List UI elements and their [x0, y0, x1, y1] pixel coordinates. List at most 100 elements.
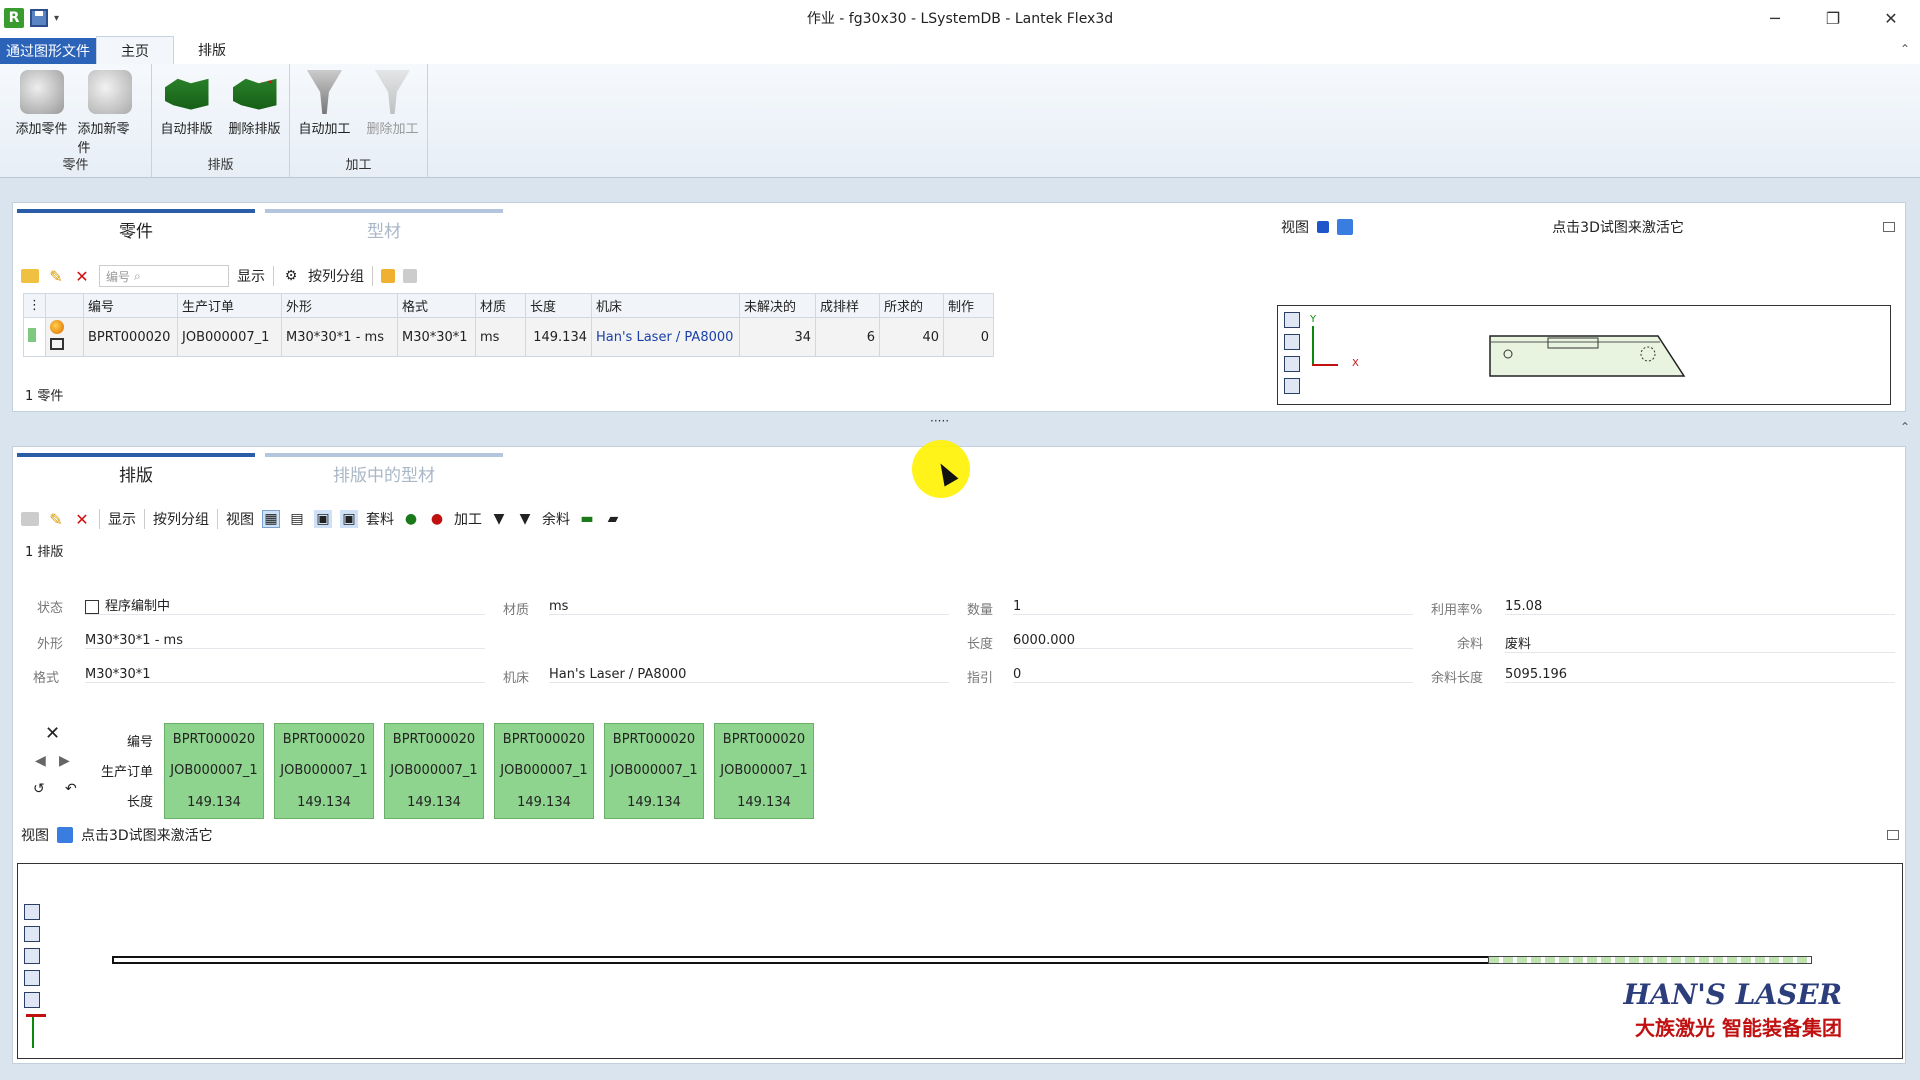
machining-head-icon[interactable]: ▼	[490, 510, 508, 528]
delete-x-icon[interactable]: ✕	[73, 510, 91, 529]
remnant-green-icon[interactable]: ▬	[578, 510, 596, 528]
minimize-button[interactable]: ─	[1746, 0, 1804, 36]
axis-x-label: X	[1352, 358, 1359, 369]
pin-icon[interactable]	[1887, 830, 1899, 840]
save-icon[interactable]	[30, 9, 48, 27]
column-header[interactable]: 未解决的	[739, 293, 816, 318]
grid-view-icon[interactable]: ▦	[262, 510, 280, 528]
auto-nest-button[interactable]: 自动排版	[155, 70, 219, 137]
camera-icon[interactable]: ▰	[604, 510, 622, 528]
machine-view2-icon[interactable]: ▣	[340, 510, 358, 528]
rotate-icon[interactable]: ↺	[33, 781, 45, 797]
nest-red-icon[interactable]: ●	[428, 510, 446, 528]
pin-icon[interactable]	[1883, 222, 1895, 232]
group-by-column-button[interactable]: 按列分组	[308, 266, 364, 286]
column-header[interactable]: 材质	[475, 293, 526, 318]
close-button[interactable]: ✕	[1862, 0, 1920, 36]
undo-icon[interactable]: ↶	[65, 781, 77, 797]
group-settings-icon[interactable]: ⚙	[282, 267, 300, 285]
auto-machining-button[interactable]: 自动加工	[293, 70, 357, 137]
view-3d-icon[interactable]	[57, 827, 73, 843]
zoom-icon[interactable]	[1284, 334, 1300, 350]
zoom-icon[interactable]	[24, 948, 40, 964]
delete-nest-button[interactable]: 删除排版	[223, 70, 287, 137]
unlock-icon[interactable]	[403, 269, 417, 283]
column-header[interactable]: ⋮	[23, 293, 46, 318]
column-header[interactable]: 所求的	[879, 293, 944, 318]
edit-pencil-icon[interactable]: ✎	[47, 267, 65, 286]
nested-part-card[interactable]: BPRT000020 JOB000007_1 149.134	[384, 723, 484, 819]
group-by-column-button[interactable]: 按列分组	[153, 509, 209, 529]
nested-part-card[interactable]: BPRT000020 JOB000007_1 149.134	[494, 723, 594, 819]
tab-nesting[interactable]: 排版	[174, 36, 250, 64]
tab-nest-profiles[interactable]: 排版中的型材	[265, 453, 503, 489]
file-tab[interactable]: 通过图形文件	[0, 38, 96, 64]
column-header[interactable]	[45, 293, 84, 318]
cell-machine[interactable]: Han's Laser / PA8000	[591, 317, 740, 357]
ribbon-collapse-icon[interactable]: ⌃	[1900, 42, 1910, 56]
column-header[interactable]: 长度	[525, 293, 592, 318]
app-logo-icon[interactable]: R	[4, 8, 24, 28]
delete-machining-button[interactable]: 删除加工	[361, 70, 425, 137]
delete-x-icon[interactable]: ✕	[73, 267, 91, 286]
add-new-part-button[interactable]: 添加新零件	[78, 70, 142, 156]
view-iso-icon[interactable]	[1284, 378, 1300, 394]
list-view-icon[interactable]: ▤	[288, 510, 306, 528]
row-marker-bar	[28, 328, 36, 342]
card-label-length: 长度	[126, 795, 153, 810]
lock-icon[interactable]	[381, 269, 395, 283]
nest-green-icon[interactable]: ●	[402, 510, 420, 528]
nested-part-card[interactable]: BPRT000020 JOB000007_1 149.134	[274, 723, 374, 819]
tab-nests[interactable]: 排版	[17, 453, 255, 489]
status-edit-icon	[85, 599, 99, 614]
view-3d-icon[interactable]	[1337, 219, 1353, 235]
column-header[interactable]: 制作	[943, 293, 994, 318]
next-arrow-icon[interactable]: ▶	[59, 753, 70, 769]
nested-part-card[interactable]: BPRT000020 JOB000007_1 149.134	[604, 723, 704, 819]
tab-home[interactable]: 主页	[96, 36, 174, 64]
view-top-icon[interactable]	[24, 926, 40, 942]
machining-button[interactable]: 加工	[454, 509, 482, 529]
nested-part-card[interactable]: BPRT000020 JOB000007_1 149.134	[164, 723, 264, 819]
view-front-icon[interactable]	[24, 970, 40, 986]
column-header[interactable]: 机床	[591, 293, 740, 318]
nested-part-card[interactable]: BPRT000020 JOB000007_1 149.134	[714, 723, 814, 819]
machine-view-icon[interactable]: ▣	[314, 510, 332, 528]
column-header[interactable]: 生产订单	[177, 293, 282, 318]
tab-profiles[interactable]: 型材	[265, 209, 503, 245]
toolbar-divider	[217, 509, 218, 529]
open-folder-icon[interactable]	[21, 269, 39, 283]
column-header[interactable]: 成排样	[815, 293, 880, 318]
show-button[interactable]: 显示	[108, 509, 136, 529]
table-row[interactable]: BPRT000020 JOB000007_1 M30*30*1 - ms M30…	[23, 317, 994, 357]
part-3d-view[interactable]: Y X	[1277, 305, 1891, 405]
view-cube-icon[interactable]	[24, 904, 40, 920]
prev-arrow-icon[interactable]: ◀	[35, 753, 46, 769]
column-header[interactable]: 编号	[83, 293, 178, 318]
qty-value: 1	[1013, 599, 1413, 615]
edit-pencil-icon[interactable]: ✎	[47, 510, 65, 529]
quick-access-dropdown-icon[interactable]: ▾	[54, 13, 59, 24]
machining-head2-icon[interactable]: ▼	[516, 510, 534, 528]
collapse-panel-icon[interactable]: ⌃	[1900, 420, 1910, 434]
quick-access-toolbar: R ▾	[0, 8, 59, 28]
remove-part-icon[interactable]: ✕	[45, 723, 60, 744]
stock-button[interactable]: 套料	[366, 509, 394, 529]
column-header[interactable]: 外形	[281, 293, 398, 318]
view-iso-icon[interactable]	[24, 992, 40, 1008]
column-header[interactable]: 格式	[397, 293, 476, 318]
show-button[interactable]: 显示	[237, 266, 265, 286]
view-cube-icon[interactable]	[1284, 312, 1300, 328]
add-new-part-icon	[87, 70, 132, 114]
view-front-icon[interactable]	[1284, 356, 1300, 372]
add-part-button[interactable]: 添加零件	[10, 70, 74, 156]
open-folder-icon[interactable]	[21, 512, 39, 526]
maximize-button[interactable]: ❐	[1804, 0, 1862, 36]
remnant-button[interactable]: 余料	[542, 509, 570, 529]
view-2d-icon[interactable]	[1317, 221, 1329, 233]
panel-splitter[interactable]: ·····	[930, 414, 949, 428]
tab-parts[interactable]: 零件	[17, 209, 255, 245]
search-input[interactable]: 编号 ⌕	[99, 265, 229, 287]
nest-3d-view[interactable]: HAN'S LASER 大族激光 智能装备集团	[17, 863, 1903, 1059]
parts-table: ⋮ 编号 生产订单 外形 格式 材质 长度 机床 未解决的 成排样 所求的 制作…	[23, 293, 994, 357]
